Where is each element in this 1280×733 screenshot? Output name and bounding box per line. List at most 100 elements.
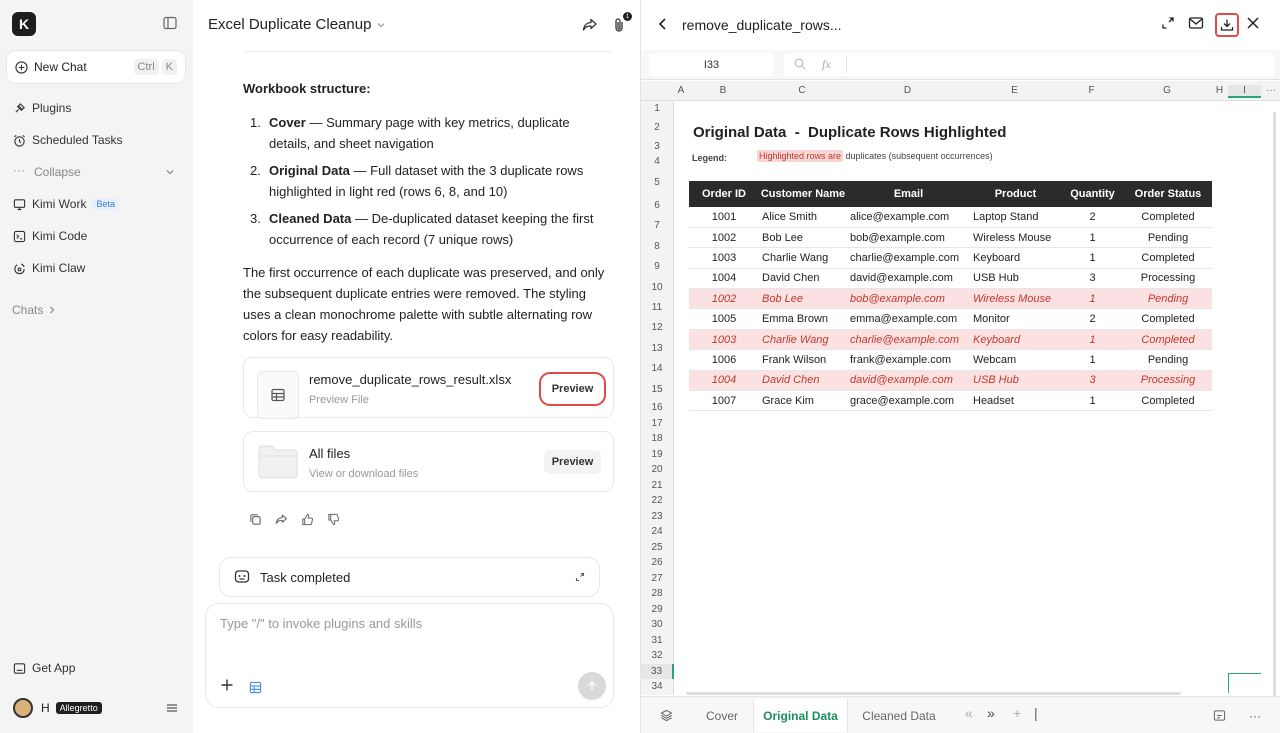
avatar[interactable] xyxy=(13,698,33,718)
file-card-result[interactable]: remove_duplicate_rows_result.xlsx Previe… xyxy=(243,357,614,419)
table-cell[interactable]: Completed xyxy=(1124,390,1212,412)
panel-icon[interactable] xyxy=(1209,699,1229,732)
table-cell[interactable]: 1002 xyxy=(689,288,759,310)
table-cell[interactable]: Alice Smith xyxy=(759,207,847,228)
table-cell[interactable]: Pending xyxy=(1124,349,1212,371)
row-header[interactable]: 4 xyxy=(641,154,674,170)
row-header[interactable]: 24 xyxy=(641,524,674,540)
get-app-link[interactable]: Get App xyxy=(13,661,75,675)
table-cell[interactable]: Processing xyxy=(1124,268,1212,290)
table-cell[interactable]: charlie@example.com xyxy=(847,247,970,269)
table-cell[interactable]: Frank Wilson xyxy=(759,349,847,371)
chats-section-toggle[interactable]: Chats xyxy=(12,303,57,317)
share-icon[interactable] xyxy=(275,513,288,526)
row-header[interactable]: 29 xyxy=(641,601,674,617)
sidebar-item-collapse[interactable]: ··· Collapse xyxy=(13,164,175,179)
table-cell[interactable]: Grace Kim xyxy=(759,390,847,412)
column-header[interactable]: H xyxy=(1211,85,1228,96)
column-header[interactable]: G xyxy=(1123,85,1211,96)
table-cell[interactable]: USB Hub xyxy=(970,370,1061,392)
row-header[interactable]: 26 xyxy=(641,555,674,571)
share-icon[interactable] xyxy=(582,17,598,33)
row-header[interactable]: 2 xyxy=(641,117,674,139)
row-header[interactable]: 14 xyxy=(641,359,674,380)
row-header[interactable]: 20 xyxy=(641,462,674,478)
table-cell[interactable]: Laptop Stand xyxy=(970,207,1061,228)
table-cell[interactable]: Keyboard xyxy=(970,247,1061,269)
back-arrow-icon[interactable] xyxy=(657,17,669,31)
add-attachment-button[interactable] xyxy=(220,678,234,692)
cell-reference-box[interactable]: I33 xyxy=(649,53,774,76)
column-header[interactable]: A xyxy=(674,85,688,96)
table-cell[interactable]: 1 xyxy=(1061,227,1124,249)
row-header[interactable]: 1 xyxy=(641,101,674,117)
table-cell[interactable]: Charlie Wang xyxy=(759,329,847,351)
row-header[interactable]: 23 xyxy=(641,508,674,524)
table-cell[interactable]: 1 xyxy=(1061,329,1124,351)
column-header[interactable]: D xyxy=(846,85,969,96)
sidebar-item-scheduled-tasks[interactable]: Scheduled Tasks xyxy=(13,133,123,147)
table-cell[interactable]: Emma Brown xyxy=(759,308,847,330)
table-cell[interactable]: Bob Lee xyxy=(759,227,847,249)
sidebar-item-kimi-code[interactable]: Kimi Code xyxy=(13,229,87,243)
row-header[interactable]: 25 xyxy=(641,539,674,555)
table-cell[interactable]: 1001 xyxy=(689,207,759,228)
table-cell[interactable]: 1002 xyxy=(689,227,759,249)
table-cell[interactable]: bob@example.com xyxy=(847,227,970,249)
table-cell[interactable]: Completed xyxy=(1124,329,1212,351)
table-cell[interactable]: Charlie Wang xyxy=(759,247,847,269)
new-chat-button[interactable]: New Chat Ctrl K xyxy=(6,50,186,84)
row-header[interactable]: 28 xyxy=(641,586,674,602)
tab-cover[interactable]: Cover xyxy=(692,699,752,732)
column-header[interactable]: C xyxy=(758,85,846,96)
download-button[interactable] xyxy=(1215,13,1239,37)
tab-cleaned-data[interactable]: Cleaned Data xyxy=(855,699,943,732)
row-header[interactable]: 22 xyxy=(641,493,674,509)
chat-title-dropdown[interactable]: Excel Duplicate Cleanup xyxy=(208,16,386,33)
sidebar-item-kimi-work[interactable]: Kimi Work Beta xyxy=(13,197,119,211)
row-header[interactable]: 17 xyxy=(641,415,674,431)
row-header[interactable]: 7 xyxy=(641,216,674,237)
thumbs-up-icon[interactable] xyxy=(301,513,314,526)
table-cell[interactable]: Keyboard xyxy=(970,329,1061,351)
table-cell[interactable]: 3 xyxy=(1061,370,1124,392)
table-cell[interactable]: Headset xyxy=(970,390,1061,412)
row-header[interactable]: 32 xyxy=(641,648,674,664)
send-button[interactable] xyxy=(578,672,606,700)
table-cell[interactable]: 1007 xyxy=(689,390,759,412)
table-cell[interactable]: 1004 xyxy=(689,268,759,290)
close-icon[interactable] xyxy=(1246,16,1260,30)
horizontal-scrollbar[interactable] xyxy=(686,692,1181,695)
table-cell[interactable]: 1 xyxy=(1061,288,1124,310)
column-header[interactable]: B xyxy=(688,85,758,96)
table-cell[interactable]: bob@example.com xyxy=(847,288,970,310)
more-columns-icon[interactable]: ··· xyxy=(1263,85,1279,96)
row-header[interactable]: 11 xyxy=(641,298,674,319)
spreadsheet-grid[interactable]: A B C D E F G H I ··· 1 2 3 4 5 6 7 8 9 10 11 12 13 1… xyxy=(641,81,1280,696)
row-header[interactable]: 6 xyxy=(641,196,674,217)
row-header[interactable]: 30 xyxy=(641,617,674,633)
next-sheet-icon[interactable]: » xyxy=(987,705,995,721)
table-cell[interactable]: 1003 xyxy=(689,247,759,269)
row-header[interactable]: 13 xyxy=(641,338,674,360)
sidebar-toggle-icon[interactable] xyxy=(163,16,177,30)
row-header[interactable]: 3 xyxy=(641,139,674,154)
row-header[interactable]: 9 xyxy=(641,257,674,278)
table-cell[interactable]: grace@example.com xyxy=(847,390,970,412)
table-cell[interactable]: frank@example.com xyxy=(847,349,970,371)
kimi-logo[interactable]: K xyxy=(12,12,36,36)
table-cell[interactable]: charlie@example.com xyxy=(847,329,970,351)
column-header[interactable]: E xyxy=(969,85,1060,96)
table-cell[interactable]: 1006 xyxy=(689,349,759,371)
table-cell[interactable]: USB Hub xyxy=(970,268,1061,290)
row-header[interactable]: 27 xyxy=(641,570,674,586)
expand-icon[interactable] xyxy=(575,572,585,582)
table-cell[interactable]: David Chen xyxy=(759,268,847,290)
table-cell[interactable]: 1005 xyxy=(689,308,759,330)
table-cell[interactable]: Bob Lee xyxy=(759,288,847,310)
sheets-list-icon[interactable] xyxy=(655,699,677,732)
row-header[interactable]: 33 xyxy=(641,663,674,679)
table-cell[interactable]: Wireless Mouse xyxy=(970,288,1061,310)
selected-cell[interactable] xyxy=(1228,673,1261,693)
first-sheet-icon[interactable]: « xyxy=(965,705,973,721)
